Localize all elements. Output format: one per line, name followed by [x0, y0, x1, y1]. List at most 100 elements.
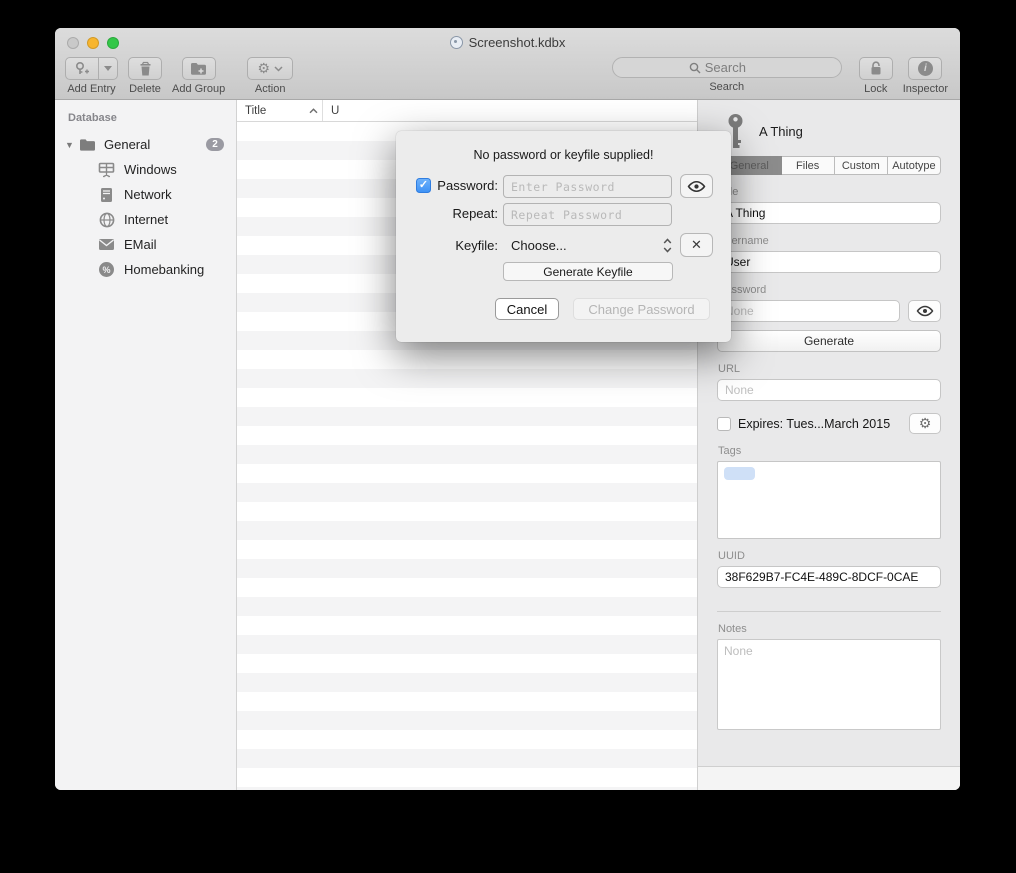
uuid-field[interactable] [717, 566, 941, 588]
toolbar-add-group: Add Group [172, 57, 225, 95]
title-label: Title [718, 186, 941, 198]
expires-checkbox[interactable] [717, 417, 731, 431]
entry-title: A Thing [759, 124, 803, 139]
entry-header: A Thing [725, 110, 941, 152]
gear-icon: ⚙ [257, 62, 270, 76]
sidebar-item-general[interactable]: ▼ General 2 [55, 132, 236, 157]
inspector-panel: A Thing General Files Custom Autotype Ti… [697, 100, 960, 790]
search-icon [689, 62, 701, 74]
sidebar-item-network[interactable]: Network [55, 182, 236, 207]
sidebar-item-label: Network [124, 187, 172, 202]
key-plus-icon [74, 61, 90, 77]
zoom-button[interactable] [107, 37, 119, 49]
windows-icon [98, 161, 115, 178]
minimize-button[interactable] [87, 37, 99, 49]
password-field[interactable] [717, 300, 900, 322]
toolbar-search: Search [611, 57, 843, 93]
count-badge: 2 [206, 138, 224, 151]
password-label: Password [718, 284, 941, 296]
sidebar-item-label: General [104, 137, 150, 152]
sidebar-item-windows[interactable]: Windows [55, 157, 236, 182]
toolbar-add-entry: Add Entry [65, 57, 118, 95]
search-label: Search [709, 81, 744, 93]
generate-keyfile-button[interactable]: Generate Keyfile [503, 262, 673, 281]
dialog-password-label: Password: [416, 174, 498, 197]
tags-field[interactable] [717, 461, 941, 539]
add-entry-button[interactable] [65, 57, 99, 80]
app-window: Screenshot.kdbx Add Entry [55, 28, 960, 790]
toolbar-action: ⚙ Action [247, 57, 293, 95]
sidebar-item-email[interactable]: EMail [55, 232, 236, 257]
change-password-button[interactable]: Change Password [573, 298, 710, 320]
chevron-down-icon [274, 66, 283, 72]
tab-files[interactable]: Files [782, 156, 835, 175]
envelope-icon [98, 236, 115, 253]
clear-keyfile-button[interactable]: ✕ [680, 233, 713, 257]
dialog-repeat-input[interactable] [503, 203, 672, 226]
keyfile-selected-value: Choose... [511, 238, 663, 253]
dialog-password-input[interactable] [503, 175, 672, 198]
delete-button[interactable] [128, 57, 162, 80]
generate-password-button[interactable]: Generate [717, 330, 941, 352]
disclosure-triangle-icon[interactable]: ▼ [65, 140, 79, 150]
keyfile-popup-button[interactable]: Choose... [503, 233, 672, 257]
gear-icon: ⚙ [919, 417, 932, 431]
folder-icon [79, 136, 96, 153]
toolbar: Add Entry Delete Add Group [55, 56, 960, 100]
sidebar-item-homebanking[interactable]: % Homebanking [55, 257, 236, 282]
notes-field[interactable] [717, 639, 941, 730]
window-title: Screenshot.kdbx [469, 35, 566, 50]
eye-icon [687, 180, 706, 193]
close-button[interactable] [67, 37, 79, 49]
expires-row: Expires: Tues...March 2015 ⚙ [717, 413, 941, 434]
notes-label: Notes [718, 623, 941, 635]
action-label: Action [255, 83, 286, 95]
column-header-username[interactable]: U [323, 105, 339, 117]
title-field[interactable] [717, 202, 941, 224]
eye-icon [916, 305, 934, 317]
lock-open-icon [869, 61, 883, 76]
titlebar: Screenshot.kdbx [55, 28, 960, 56]
username-label: Username [718, 235, 941, 247]
cancel-button[interactable]: Cancel [495, 298, 559, 320]
folder-plus-icon [190, 61, 207, 76]
sidebar-item-label: EMail [124, 237, 157, 252]
section-divider [717, 611, 941, 612]
expires-settings-button[interactable]: ⚙ [909, 413, 941, 434]
toolbar-inspector: i Inspector [903, 57, 948, 95]
tab-custom[interactable]: Custom [835, 156, 888, 175]
uuid-label: UUID [718, 550, 941, 562]
server-icon [98, 186, 115, 203]
toolbar-lock: Lock [859, 57, 893, 95]
username-field[interactable] [717, 251, 941, 273]
url-label: URL [718, 363, 941, 375]
tab-autotype[interactable]: Autotype [888, 156, 941, 175]
change-password-dialog: No password or keyfile supplied! ✓ Passw… [396, 131, 731, 342]
close-icon: ✕ [691, 237, 702, 253]
document-proxy-icon [450, 36, 463, 49]
lock-button[interactable] [859, 57, 893, 80]
sidebar-item-internet[interactable]: Internet [55, 207, 236, 232]
search-field[interactable] [612, 57, 842, 78]
sidebar-item-label: Internet [124, 212, 168, 227]
chevron-down-icon [104, 66, 112, 71]
reveal-password-button[interactable] [908, 300, 941, 322]
dialog-reveal-password-button[interactable] [680, 174, 713, 198]
add-group-button[interactable] [182, 57, 216, 80]
list-header: Title U [237, 100, 697, 122]
column-header-title[interactable]: Title [237, 100, 323, 121]
add-entry-dropdown-button[interactable] [99, 57, 118, 80]
toolbar-delete: Delete [128, 57, 162, 95]
add-entry-label: Add Entry [67, 83, 115, 95]
url-field[interactable] [717, 379, 941, 401]
dialog-message: No password or keyfile supplied! [396, 148, 731, 162]
window-header: Screenshot.kdbx Add Entry [55, 28, 960, 100]
dialog-keyfile-label: Keyfile: [416, 234, 498, 257]
action-button[interactable]: ⚙ [247, 57, 293, 80]
tag-token[interactable] [724, 467, 755, 480]
stepper-arrows-icon [663, 238, 672, 253]
inspector-tabs: General Files Custom Autotype [717, 156, 941, 175]
percent-icon: % [98, 261, 115, 278]
inspector-button[interactable]: i [908, 57, 942, 80]
search-input[interactable] [705, 60, 765, 75]
